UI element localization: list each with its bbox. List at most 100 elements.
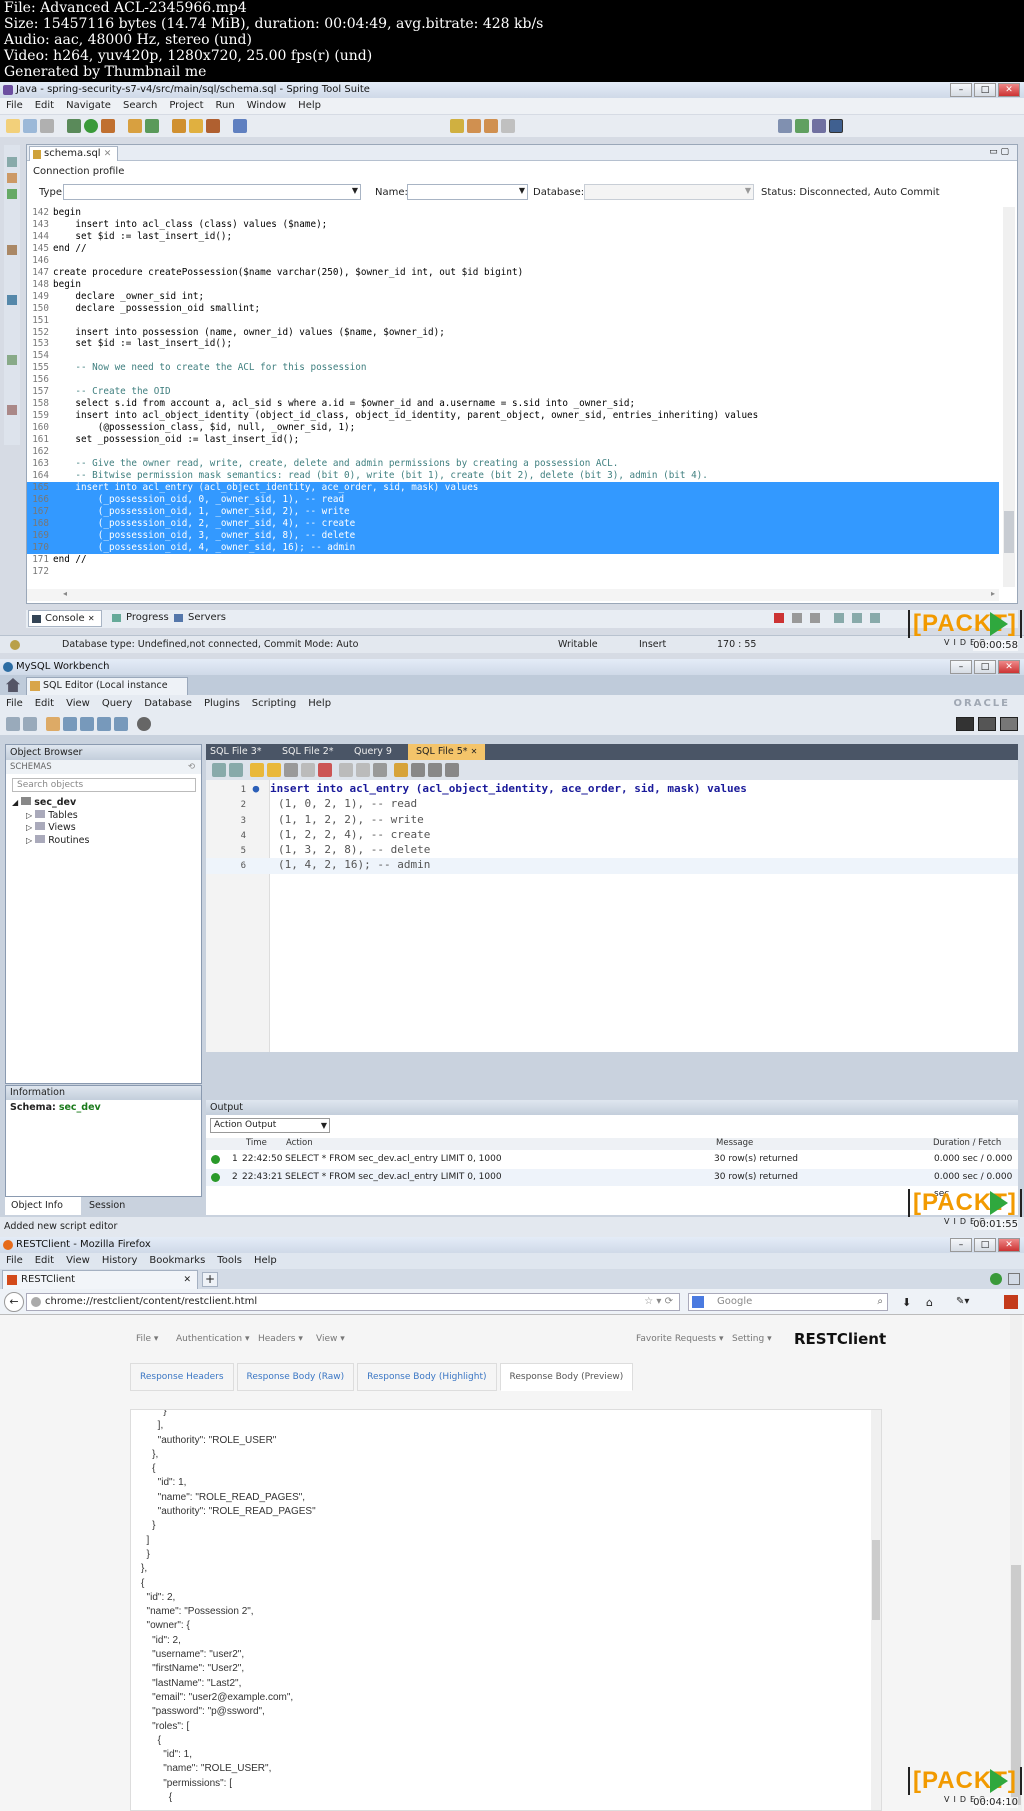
minimize-button[interactable]: – xyxy=(950,1238,972,1252)
external-tools-icon[interactable] xyxy=(101,119,115,133)
maximize-editor-icon[interactable]: ▭ ▢ xyxy=(989,147,1009,157)
home-icon[interactable] xyxy=(6,678,20,692)
menu-history[interactable]: History xyxy=(96,1253,144,1269)
menu-help[interactable]: Help xyxy=(248,1253,283,1269)
tab-sql-file-5[interactable]: SQL File 5* ✕ xyxy=(408,744,486,760)
annotation-icon[interactable] xyxy=(450,119,464,133)
toggle-output-icon[interactable] xyxy=(978,717,996,731)
menu-scripting[interactable]: Scripting xyxy=(246,695,302,713)
new-icon[interactable] xyxy=(6,119,20,133)
close-tab-icon[interactable]: ✕ xyxy=(471,747,478,756)
junit-icon[interactable] xyxy=(7,295,17,305)
menu-help[interactable]: Help xyxy=(302,695,337,713)
open-type-icon[interactable] xyxy=(172,119,186,133)
stop-icon[interactable] xyxy=(301,763,315,777)
page-scrollbar[interactable] xyxy=(1010,1315,1022,1811)
outline-icon[interactable] xyxy=(7,355,17,365)
tab-sql-file-3[interactable]: SQL File 3* xyxy=(210,746,262,757)
reload-icon[interactable]: ☆ ▾ ⟳ xyxy=(644,1294,673,1310)
menu-plugins[interactable]: Plugins xyxy=(198,695,246,713)
tools-icon[interactable]: ✎▾ xyxy=(956,1296,969,1307)
rc-menu-view[interactable]: View ▾ xyxy=(316,1327,345,1351)
tab-response-headers[interactable]: Response Headers xyxy=(130,1363,234,1391)
close-tab-icon[interactable]: ✕ xyxy=(183,1271,191,1289)
new-tab-button[interactable]: + xyxy=(202,1272,218,1287)
spring-icon[interactable] xyxy=(189,119,203,133)
word-wrap-icon[interactable] xyxy=(870,613,880,623)
tasks-icon[interactable] xyxy=(7,405,17,415)
close-button[interactable]: ✕ xyxy=(998,660,1020,674)
tab-object-info[interactable]: Object Info xyxy=(5,1197,81,1215)
scroll-lock-icon[interactable] xyxy=(852,613,862,623)
new-class-icon[interactable] xyxy=(145,119,159,133)
tab-sql-file-2[interactable]: SQL File 2* xyxy=(282,746,334,757)
home-icon[interactable]: ⌂ xyxy=(926,1296,933,1309)
maximize-button[interactable]: □ xyxy=(974,83,996,97)
menu-help[interactable]: Help xyxy=(292,98,327,114)
editor-vscrollbar[interactable] xyxy=(1003,207,1015,587)
list-tabs-icon[interactable] xyxy=(1008,1273,1020,1285)
execute-icon[interactable] xyxy=(250,763,264,777)
new-sql-tab-icon[interactable] xyxy=(6,717,20,731)
table-row[interactable]: 1 22:42:50 SELECT * FROM sec_dev.acl_ent… xyxy=(206,1151,1018,1181)
rc-setting[interactable]: Setting ▾ xyxy=(732,1327,772,1351)
search-objects-input[interactable]: Search objects xyxy=(12,778,196,792)
menu-search[interactable]: Search xyxy=(117,98,163,114)
minimize-button[interactable]: – xyxy=(950,83,972,97)
terminate-icon[interactable] xyxy=(774,613,784,623)
perspective-icon[interactable] xyxy=(795,119,809,133)
forward-icon[interactable] xyxy=(484,119,498,133)
open-file-icon[interactable] xyxy=(212,763,226,777)
search-tool-icon[interactable] xyxy=(206,119,220,133)
search-icon[interactable]: ⌕ xyxy=(877,1294,883,1310)
menu-file[interactable]: File xyxy=(0,98,29,114)
url-bar[interactable]: chrome://restclient/content/restclient.h… xyxy=(26,1293,680,1311)
print-icon[interactable] xyxy=(40,119,54,133)
tab-servers[interactable]: Servers xyxy=(174,612,226,623)
restore-icon[interactable] xyxy=(7,157,17,167)
package-explorer-icon[interactable] xyxy=(7,173,17,183)
open-sql-icon[interactable] xyxy=(23,717,37,731)
download-icon[interactable]: ⬇ xyxy=(902,1296,911,1309)
restclient-toolbar-icon[interactable] xyxy=(1004,1295,1018,1309)
response-preview[interactable]: } ], "authority": "ROLE_USER" }, { "id":… xyxy=(130,1409,882,1811)
output-type-select[interactable]: Action Output ▼ xyxy=(210,1118,330,1133)
menu-project[interactable]: Project xyxy=(163,98,209,114)
tree-item-routines[interactable]: ▷ Routines xyxy=(12,834,89,848)
perspective-icon[interactable] xyxy=(812,119,826,133)
type-select[interactable]: ▼ xyxy=(63,184,361,200)
execute-current-icon[interactable] xyxy=(267,763,281,777)
minimize-button[interactable]: – xyxy=(950,660,972,674)
create-table-icon[interactable] xyxy=(63,717,77,731)
rollback-icon[interactable] xyxy=(356,763,370,777)
invisible-chars-icon[interactable] xyxy=(428,763,442,777)
maximize-button[interactable]: □ xyxy=(974,1238,996,1252)
rc-menu-authentication[interactable]: Authentication ▾ xyxy=(176,1327,249,1351)
close-tab-icon[interactable]: ✕ xyxy=(104,149,112,159)
sql-code[interactable]: 1 ● insert into acl_entry (acl_object_ide… xyxy=(206,782,1018,874)
perspective-icon[interactable] xyxy=(778,119,792,133)
menu-navigate[interactable]: Navigate xyxy=(60,98,117,114)
commit-icon[interactable] xyxy=(339,763,353,777)
back-icon[interactable] xyxy=(467,119,481,133)
menu-query[interactable]: Query xyxy=(96,695,138,713)
search-input[interactable]: Google ⌕ xyxy=(688,1293,888,1311)
next-icon[interactable] xyxy=(501,119,515,133)
clear-console-icon[interactable] xyxy=(834,613,844,623)
close-button[interactable]: ✕ xyxy=(998,1238,1020,1252)
toggle-error-icon[interactable] xyxy=(318,763,332,777)
tab-restclient[interactable]: RESTClient ✕ xyxy=(2,1270,198,1289)
rc-menu-file[interactable]: File ▾ xyxy=(136,1327,158,1351)
scroll-thumb[interactable] xyxy=(1004,511,1014,553)
create-function-icon[interactable] xyxy=(114,717,128,731)
perspective-icon[interactable] xyxy=(829,119,843,133)
tree-item-tables[interactable]: ▷ Tables xyxy=(12,809,89,823)
back-button[interactable]: ← xyxy=(4,1292,24,1312)
maximize-button[interactable]: □ xyxy=(974,660,996,674)
tab-schema-sql[interactable]: schema.sql ✕ xyxy=(29,146,119,161)
menu-database[interactable]: Database xyxy=(138,695,198,713)
autocommit-icon[interactable] xyxy=(373,763,387,777)
menu-file[interactable]: File xyxy=(0,695,29,713)
menu-edit[interactable]: Edit xyxy=(29,695,60,713)
menu-view[interactable]: View xyxy=(60,1253,96,1269)
